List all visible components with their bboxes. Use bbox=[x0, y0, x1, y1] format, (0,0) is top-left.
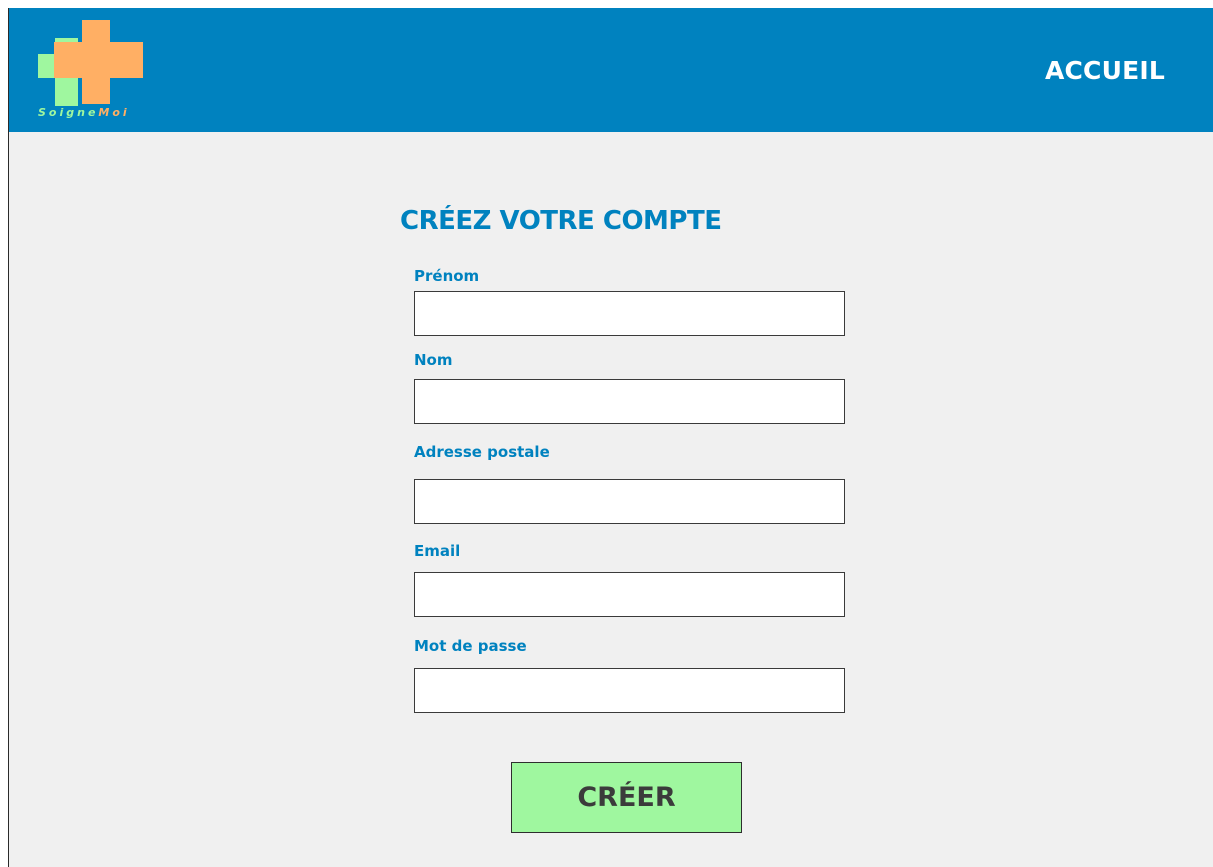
nav-home-link[interactable]: ACCUEIL bbox=[1045, 56, 1165, 85]
password-label: Mot de passe bbox=[414, 637, 527, 655]
email-label: Email bbox=[414, 542, 461, 560]
logo-text: SoigneMoi bbox=[38, 106, 130, 119]
form-title: CRÉEZ VOTRE COMPTE bbox=[400, 206, 722, 236]
header-bar: SoigneMoi ACCUEIL bbox=[9, 8, 1213, 132]
logo-text-moi: Moi bbox=[98, 106, 130, 119]
logo[interactable]: SoigneMoi bbox=[34, 20, 154, 128]
postal-address-label: Adresse postale bbox=[414, 443, 550, 461]
create-account-button[interactable]: CRÉER bbox=[511, 762, 742, 833]
page-frame: SoigneMoi ACCUEIL CRÉEZ VOTRE COMPTE Pré… bbox=[8, 8, 1213, 867]
logo-text-soigne: Soigne bbox=[38, 106, 99, 119]
password-input[interactable] bbox=[414, 668, 845, 713]
postal-address-input[interactable] bbox=[414, 479, 845, 524]
first-name-label: Prénom bbox=[414, 267, 480, 285]
email-input[interactable] bbox=[414, 572, 845, 617]
first-name-input[interactable] bbox=[414, 291, 845, 336]
last-name-input[interactable] bbox=[414, 379, 845, 424]
last-name-label: Nom bbox=[414, 351, 453, 369]
cross-logo-icon bbox=[38, 20, 143, 106]
